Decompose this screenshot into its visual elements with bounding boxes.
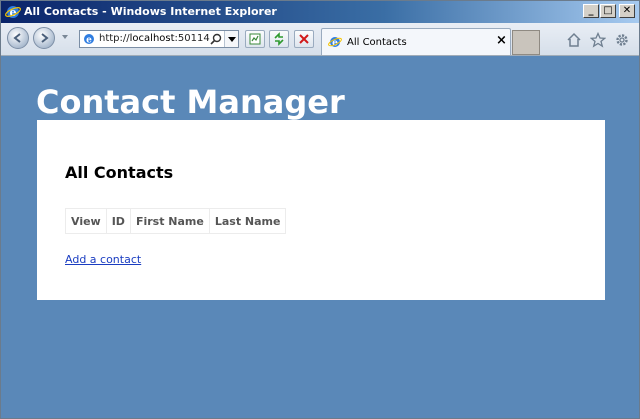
url-host: localhost <box>129 33 175 44</box>
url-port: :50114 <box>174 33 210 44</box>
close-button[interactable]: ✕ <box>619 4 635 18</box>
main-panel: All Contacts View ID First Name Last Nam… <box>37 120 605 300</box>
table-header-row: View ID First Name Last Name <box>65 208 287 234</box>
add-contact-link[interactable]: Add a contact <box>65 253 141 266</box>
svg-text:e: e <box>86 36 92 46</box>
address-bar[interactable]: e http://localhost:50114 <box>79 30 239 48</box>
column-header-id: ID <box>105 208 131 234</box>
compatibility-icon <box>249 33 261 45</box>
back-icon <box>13 33 21 43</box>
page-content: Contact Manager All Contacts View ID Fir… <box>1 56 639 418</box>
tab-close-button[interactable]: × <box>496 34 507 48</box>
ie-logo-icon: e <box>5 6 21 19</box>
new-tab-button[interactable] <box>512 30 540 55</box>
home-icon[interactable] <box>566 32 582 48</box>
navigation-bar: e http://localhost:50114 <box>1 23 639 56</box>
column-header-view: View <box>65 208 107 234</box>
contacts-table: View ID First Name Last Name <box>65 208 287 234</box>
page-heading: All Contacts <box>65 163 174 182</box>
browser-window: e All Contacts - Windows Internet Explor… <box>0 0 640 419</box>
minimize-button[interactable]: _ <box>583 4 599 18</box>
tools-gear-icon[interactable] <box>614 32 630 48</box>
tab-title: All Contacts <box>347 37 407 48</box>
stop-icon <box>299 34 309 44</box>
address-dropdown-button[interactable] <box>224 31 238 47</box>
column-header-first-name: First Name <box>129 208 210 234</box>
compatibility-view-button[interactable] <box>245 30 265 48</box>
forward-button[interactable] <box>33 27 55 49</box>
page-favicon-icon: e <box>84 34 94 46</box>
refresh-button[interactable] <box>269 30 289 48</box>
tab-favicon-icon: e <box>328 37 342 49</box>
window-title: All Contacts - Windows Internet Explorer <box>24 5 277 18</box>
favorites-star-icon[interactable] <box>590 32 606 48</box>
refresh-icon <box>274 32 284 46</box>
url-prefix: http:// <box>99 33 130 44</box>
address-url[interactable]: http://localhost:50114 <box>99 33 211 44</box>
column-header-last-name: Last Name <box>208 208 287 234</box>
search-icon[interactable] <box>210 33 222 45</box>
stop-button[interactable] <box>294 30 314 48</box>
site-title: Contact Manager <box>36 83 345 121</box>
forward-icon <box>41 33 49 43</box>
history-dropdown-icon[interactable] <box>62 35 68 39</box>
tab-all-contacts[interactable]: e All Contacts × <box>321 28 511 55</box>
title-bar: e All Contacts - Windows Internet Explor… <box>1 1 639 23</box>
maximize-button[interactable]: □ <box>600 4 616 18</box>
back-button[interactable] <box>7 27 29 49</box>
